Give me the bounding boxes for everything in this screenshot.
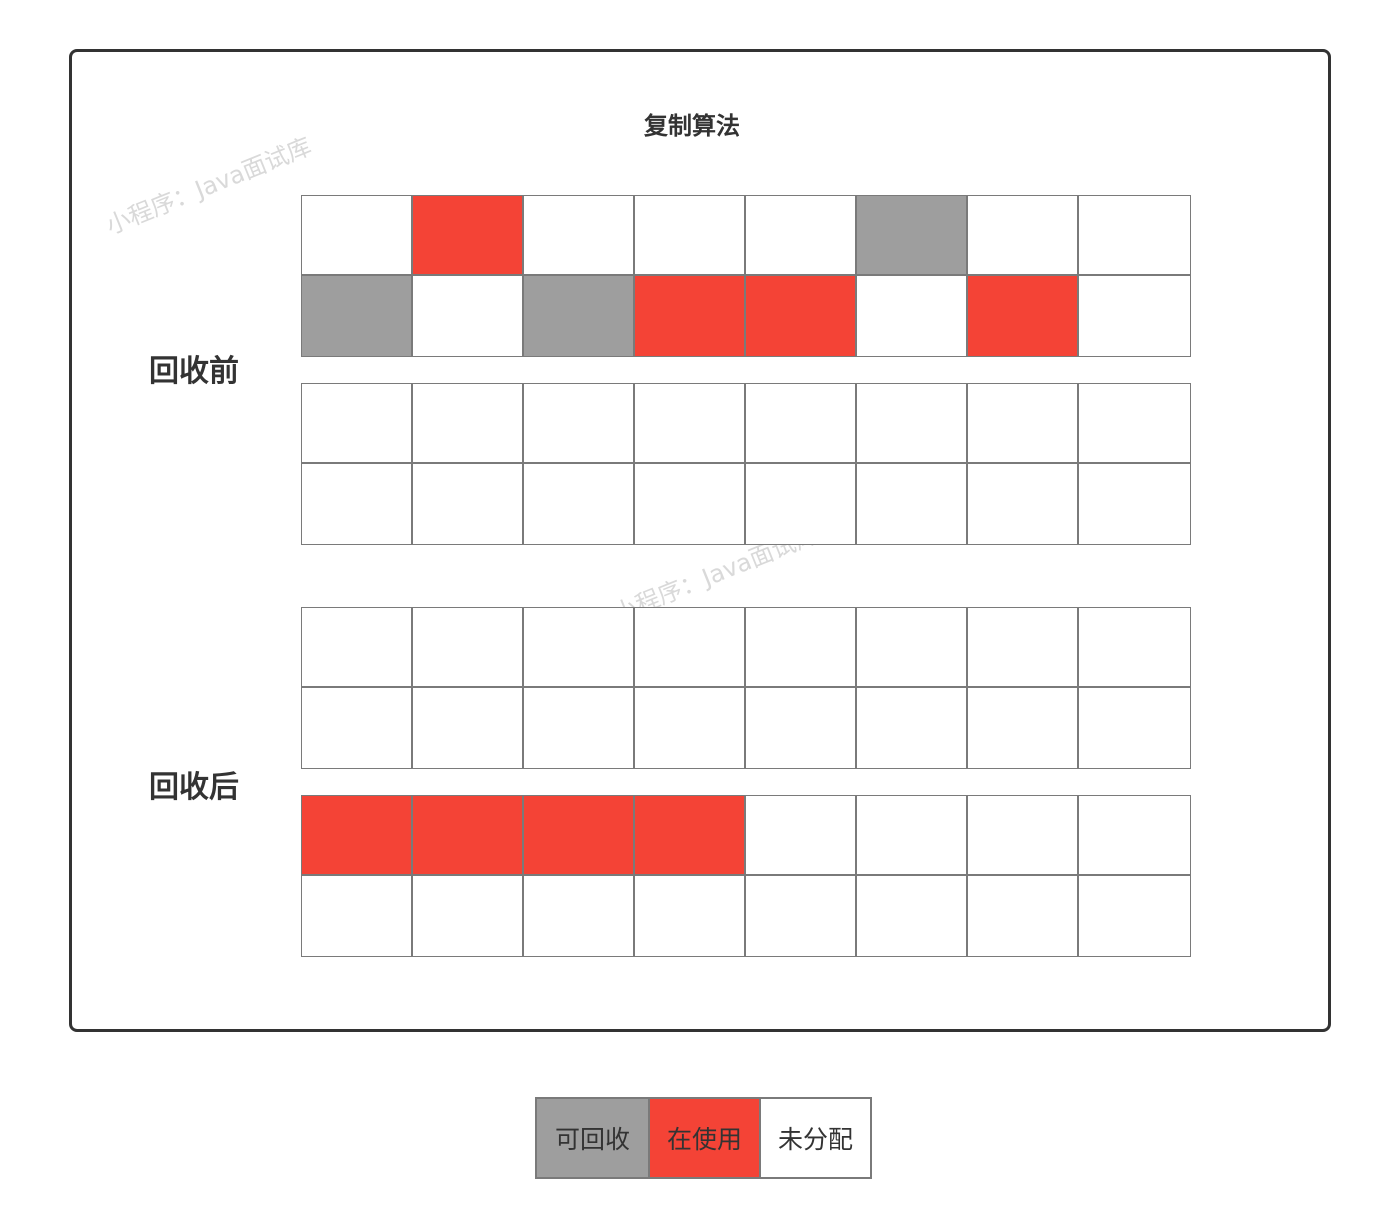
memory-block-free xyxy=(968,464,1079,544)
memory-block-used xyxy=(746,276,857,356)
memory-block-used xyxy=(413,196,524,276)
memory-block-free xyxy=(1079,276,1190,356)
memory-block-free xyxy=(524,464,635,544)
memory-block-free xyxy=(857,876,968,956)
legend-unallocated: 未分配 xyxy=(759,1099,870,1177)
memory-block-recyclable xyxy=(524,276,635,356)
after-to-space xyxy=(301,795,1191,957)
memory-block-free xyxy=(746,796,857,876)
after-label: 回收后 xyxy=(149,770,239,805)
memory-block-free xyxy=(1079,796,1190,876)
after-from-space xyxy=(301,607,1191,769)
memory-block-free xyxy=(524,608,635,688)
memory-block-free xyxy=(524,688,635,768)
memory-block-used xyxy=(968,276,1079,356)
memory-block-free xyxy=(857,796,968,876)
memory-block-used xyxy=(413,796,524,876)
memory-block-free xyxy=(635,464,746,544)
memory-block-free xyxy=(857,608,968,688)
memory-block-free xyxy=(746,464,857,544)
memory-block-free xyxy=(857,688,968,768)
memory-block-free xyxy=(1079,464,1190,544)
memory-block-free xyxy=(968,796,1079,876)
memory-block-free xyxy=(413,688,524,768)
memory-block-free xyxy=(968,196,1079,276)
legend-recyclable: 可回收 xyxy=(537,1099,648,1177)
before-from-space xyxy=(301,195,1191,357)
memory-block-free xyxy=(413,276,524,356)
memory-block-used xyxy=(635,276,746,356)
memory-block-free xyxy=(302,608,413,688)
memory-block-free xyxy=(302,688,413,768)
memory-block-free xyxy=(635,384,746,464)
memory-block-free xyxy=(302,384,413,464)
memory-block-free xyxy=(746,688,857,768)
diagram-title: 复制算法 xyxy=(644,112,740,140)
memory-block-free xyxy=(413,608,524,688)
memory-block-used xyxy=(524,796,635,876)
memory-block-free xyxy=(746,196,857,276)
memory-block-free xyxy=(413,384,524,464)
memory-block-free xyxy=(635,876,746,956)
legend-in-use: 在使用 xyxy=(648,1099,759,1177)
memory-block-recyclable xyxy=(857,196,968,276)
legend: 可回收 在使用 未分配 xyxy=(535,1097,872,1179)
memory-block-used xyxy=(302,796,413,876)
memory-block-free xyxy=(968,608,1079,688)
memory-block-free xyxy=(1079,196,1190,276)
memory-block-free xyxy=(1079,608,1190,688)
memory-block-free xyxy=(746,608,857,688)
memory-block-free xyxy=(746,384,857,464)
memory-block-free xyxy=(1079,688,1190,768)
memory-block-free xyxy=(635,608,746,688)
memory-block-free xyxy=(968,384,1079,464)
memory-block-free xyxy=(524,384,635,464)
before-label: 回收前 xyxy=(149,354,239,389)
memory-block-free xyxy=(635,196,746,276)
memory-block-free xyxy=(302,876,413,956)
memory-block-free xyxy=(635,688,746,768)
memory-block-free xyxy=(524,196,635,276)
memory-block-free xyxy=(968,688,1079,768)
memory-block-free xyxy=(1079,384,1190,464)
memory-block-recyclable xyxy=(302,276,413,356)
memory-block-free xyxy=(524,876,635,956)
before-to-space xyxy=(301,383,1191,545)
memory-block-free xyxy=(746,876,857,956)
memory-block-free xyxy=(857,464,968,544)
memory-block-free xyxy=(857,384,968,464)
memory-block-free xyxy=(857,276,968,356)
memory-block-free xyxy=(302,464,413,544)
memory-block-free xyxy=(413,464,524,544)
memory-block-free xyxy=(968,876,1079,956)
memory-block-free xyxy=(413,876,524,956)
memory-block-free xyxy=(302,196,413,276)
memory-block-free xyxy=(1079,876,1190,956)
memory-block-used xyxy=(635,796,746,876)
